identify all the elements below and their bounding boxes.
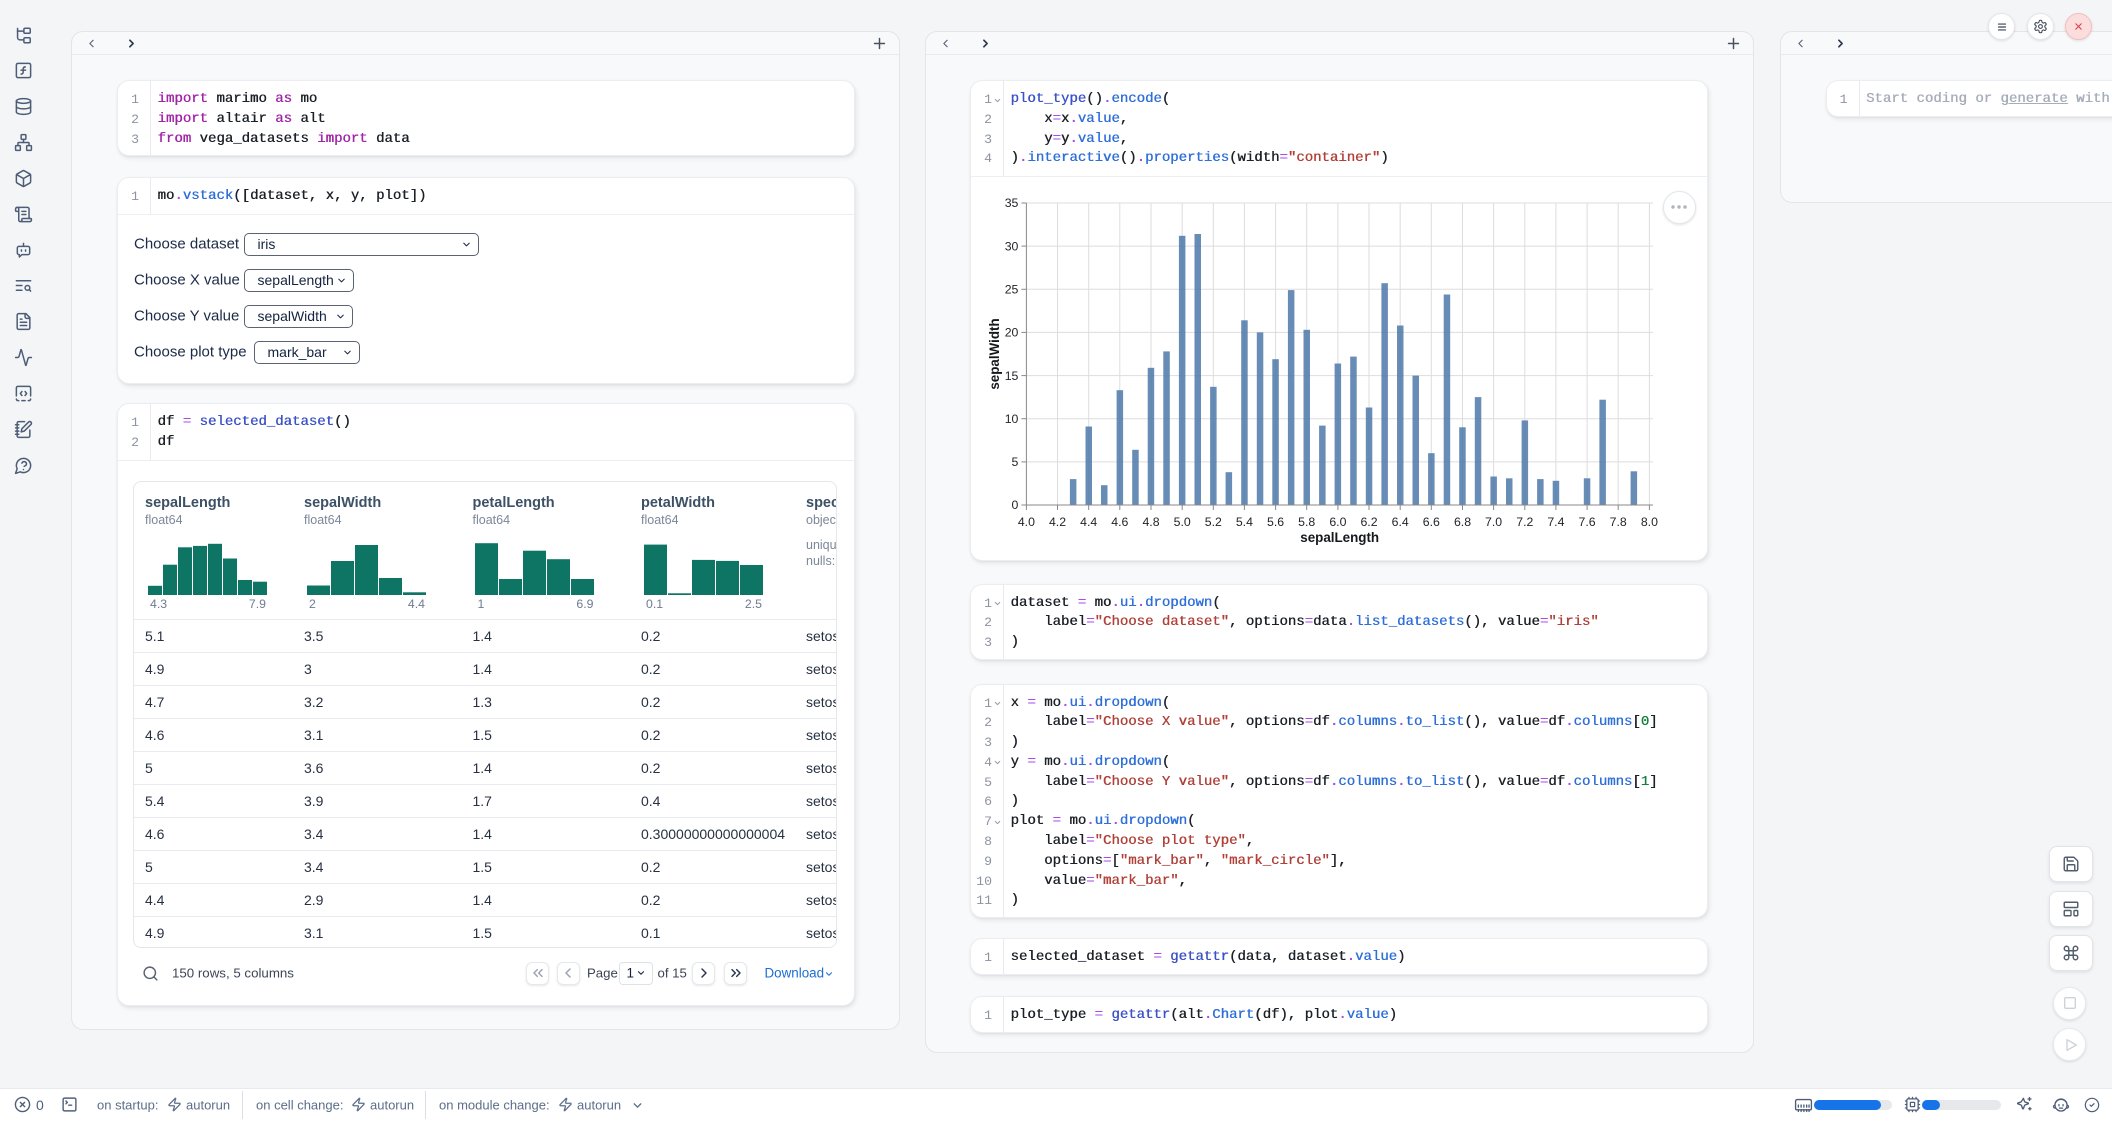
- svg-text:5.0: 5.0: [1174, 515, 1191, 529]
- svg-text:6.4: 6.4: [1392, 515, 1409, 529]
- svg-text:4.0: 4.0: [1018, 515, 1035, 529]
- svg-text:5: 5: [1012, 455, 1019, 469]
- svg-text:10: 10: [1005, 412, 1019, 426]
- svg-text:5.4: 5.4: [1236, 515, 1253, 529]
- svg-text:20: 20: [1005, 326, 1019, 340]
- svg-text:15: 15: [1005, 369, 1019, 383]
- svg-text:6.6: 6.6: [1423, 515, 1440, 529]
- svg-text:7.2: 7.2: [1516, 515, 1533, 529]
- svg-text:7.4: 7.4: [1547, 515, 1564, 529]
- svg-text:4.6: 4.6: [1111, 515, 1128, 529]
- svg-text:6.8: 6.8: [1454, 515, 1471, 529]
- svg-text:4.2: 4.2: [1049, 515, 1066, 529]
- svg-text:4.8: 4.8: [1142, 515, 1159, 529]
- svg-text:30: 30: [1005, 239, 1019, 253]
- svg-text:7.0: 7.0: [1485, 515, 1502, 529]
- svg-text:0: 0: [1012, 498, 1019, 512]
- svg-text:5.6: 5.6: [1267, 515, 1284, 529]
- svg-text:5.8: 5.8: [1298, 515, 1315, 529]
- svg-text:sepalLength: sepalLength: [1300, 530, 1379, 545]
- svg-text:7.8: 7.8: [1610, 515, 1627, 529]
- svg-text:6.0: 6.0: [1329, 515, 1346, 529]
- svg-text:5.2: 5.2: [1205, 515, 1222, 529]
- svg-text:sepalWidth: sepalWidth: [987, 318, 1002, 389]
- svg-text:25: 25: [1005, 283, 1019, 297]
- svg-text:35: 35: [1005, 196, 1019, 210]
- svg-text:7.6: 7.6: [1579, 515, 1596, 529]
- svg-text:8.0: 8.0: [1641, 515, 1658, 529]
- svg-text:6.2: 6.2: [1360, 515, 1377, 529]
- svg-text:4.4: 4.4: [1080, 515, 1097, 529]
